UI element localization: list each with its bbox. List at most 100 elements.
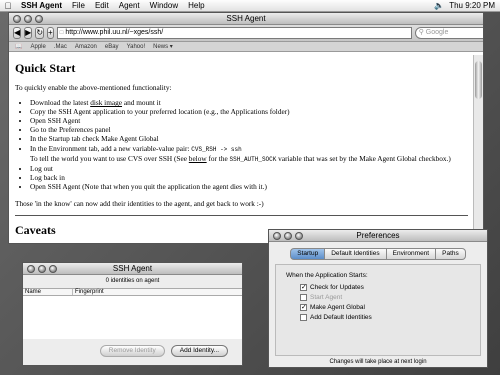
search-icon: ⚲ <box>418 29 424 36</box>
identities-table[interactable] <box>23 296 242 339</box>
checkbox-check-for-updates[interactable]: ✓ <box>300 283 307 291</box>
preferences-titlebar[interactable]: Preferences <box>269 230 487 242</box>
divider <box>15 215 468 217</box>
bookmark-yahoo[interactable]: Yahoo! <box>127 44 146 50</box>
option-label: Add Default Identities <box>310 313 372 321</box>
zoom-icon[interactable] <box>295 232 303 240</box>
panel-heading: When the Application Starts: <box>286 272 368 279</box>
column-name[interactable]: Name <box>23 289 73 295</box>
minimize-icon[interactable] <box>38 265 46 273</box>
apple-icon[interactable]:  <box>0 1 16 11</box>
make-agent-global-option[interactable]: ✓ Make Agent Global <box>300 302 470 312</box>
address-field[interactable]: □ http://www.phil.uu.nl/~xges/ssh/ <box>56 27 412 39</box>
add-identity-button[interactable]: Add Identity... <box>170 345 228 357</box>
close-icon[interactable] <box>27 265 35 273</box>
column-fingerprint[interactable]: Fingerprint <box>73 289 104 295</box>
reload-icon[interactable]: ↻ <box>35 27 45 39</box>
bookmark-news[interactable]: News ▾ <box>153 43 173 50</box>
checkbox-make-agent-global[interactable]: ✓ <box>300 303 307 311</box>
code-cvs-rsh: CVS_RSH -> ssh <box>191 145 242 153</box>
volume-icon[interactable]: 🔈 <box>434 1 444 10</box>
bookmarks-bar: 📖 Apple .Mac Amazon eBay Yahoo! News ▾ <box>9 42 483 52</box>
bookmarks-book-icon[interactable]: 📖 <box>15 43 22 50</box>
window-controls <box>13 15 43 23</box>
menu-bar:  SSH Agent File Edit Agent Window Help … <box>0 0 500 12</box>
disk-image-link[interactable]: disk image <box>90 98 122 107</box>
page-content: Quick Start To quickly enable the above-… <box>9 55 474 243</box>
remove-identity-button[interactable]: Remove Identity <box>99 345 165 357</box>
bookmark-ebay[interactable]: eBay <box>105 44 119 50</box>
bookmark-apple[interactable]: Apple <box>30 44 45 50</box>
list-item: Open SSH Agent (Note that when you quit … <box>30 182 468 191</box>
tab-default-identities[interactable]: Default Identities <box>325 248 387 260</box>
menu-window[interactable]: Window <box>145 1 183 10</box>
close-icon[interactable] <box>13 15 21 23</box>
tab-paths[interactable]: Paths <box>436 248 466 260</box>
search-field[interactable]: ⚲ Google <box>414 27 483 39</box>
start-agent-option[interactable]: Start Agent <box>300 292 470 302</box>
preferences-tabs: Startup Default Identities Environment P… <box>269 248 487 260</box>
clock[interactable]: Thu 9:20 PM <box>449 1 495 10</box>
option-label: Start Agent <box>310 293 343 301</box>
code-ssh-auth-sock: SSH_AUTH_SOCK <box>229 155 277 163</box>
outro-text: Those 'in the know' can now add their id… <box>15 199 264 209</box>
list-item: Download the latest disk image and mount… <box>30 98 468 107</box>
tab-environment[interactable]: Environment <box>386 248 437 260</box>
list-item: In the Startup tab check Make Agent Glob… <box>30 134 468 143</box>
window-controls <box>273 232 303 240</box>
menu-edit[interactable]: Edit <box>90 1 114 10</box>
close-icon[interactable] <box>273 232 281 240</box>
scroll-thumb[interactable] <box>475 61 482 99</box>
forward-icon[interactable]: ▶ <box>24 27 33 39</box>
bookmark-mac[interactable]: .Mac <box>54 44 67 50</box>
startup-panel: When the Application Starts: ✓ Check for… <box>275 264 481 356</box>
option-label: Check for Updates <box>310 283 364 291</box>
changes-notice: Changes will take place at next login <box>329 359 427 365</box>
steps-list: Download the latest disk image and mount… <box>30 98 468 191</box>
list-item: Copy the SSH Agent application to your p… <box>30 107 468 116</box>
menu-extras: 🔈 Thu 9:20 PM <box>434 1 500 10</box>
browser-title: SSH Agent <box>226 14 266 23</box>
identity-count: 0 identities on agent <box>105 278 160 284</box>
page-icon: □ <box>59 30 64 36</box>
agent-buttons: Remove Identity Add Identity... <box>23 339 242 357</box>
list-item: Log out <box>30 164 468 173</box>
browser-titlebar[interactable]: SSH Agent <box>9 13 483 25</box>
agent-titlebar[interactable]: SSH Agent <box>23 263 242 275</box>
add-default-identities-option[interactable]: Add Default Identities <box>300 312 470 322</box>
tab-startup[interactable]: Startup <box>290 248 326 260</box>
agent-title: SSH Agent <box>112 264 153 273</box>
add-bookmark-icon[interactable]: + <box>47 27 54 39</box>
preferences-window: Preferences Startup Default Identities E… <box>268 229 488 368</box>
option-label: Make Agent Global <box>310 303 365 311</box>
list-item: Go to the Preferences panel <box>30 125 468 134</box>
identities-header: Name Fingerprint <box>23 288 242 296</box>
checkbox-start-agent[interactable] <box>300 293 307 301</box>
list-item: In the Environment tab, add a new variab… <box>30 144 468 164</box>
minimize-icon[interactable] <box>24 15 32 23</box>
vertical-scrollbar[interactable] <box>473 55 483 243</box>
intro-text: To quickly enable the above-mentioned fu… <box>15 83 172 92</box>
browser-window: SSH Agent ◀ ▶ ↻ + □ http://www.phil.uu.n… <box>8 12 484 244</box>
zoom-icon[interactable] <box>49 265 57 273</box>
window-controls <box>27 265 57 273</box>
list-item: Open SSH Agent <box>30 116 468 125</box>
below-link[interactable]: below <box>189 154 207 163</box>
zoom-icon[interactable] <box>35 15 43 23</box>
back-icon[interactable]: ◀ <box>13 27 22 39</box>
bookmark-amazon[interactable]: Amazon <box>75 44 97 50</box>
search-placeholder: Google <box>425 29 449 36</box>
menu-app-name[interactable]: SSH Agent <box>16 1 67 10</box>
address-text: http://www.phil.uu.nl/~xges/ssh/ <box>65 29 164 36</box>
menu-help[interactable]: Help <box>183 1 209 10</box>
browser-toolbar: ◀ ▶ ↻ + □ http://www.phil.uu.nl/~xges/ss… <box>9 25 483 42</box>
preferences-title: Preferences <box>356 231 400 240</box>
minimize-icon[interactable] <box>284 232 292 240</box>
menu-file[interactable]: File <box>67 1 90 10</box>
agent-window: SSH Agent 0 identities on agent Name Fin… <box>22 262 243 366</box>
page-heading: Quick Start <box>15 61 76 75</box>
list-item: Log back in <box>30 173 468 182</box>
menu-agent[interactable]: Agent <box>114 1 145 10</box>
checkbox-add-default-identities[interactable] <box>300 313 307 321</box>
check-for-updates-option[interactable]: ✓ Check for Updates <box>300 282 470 292</box>
